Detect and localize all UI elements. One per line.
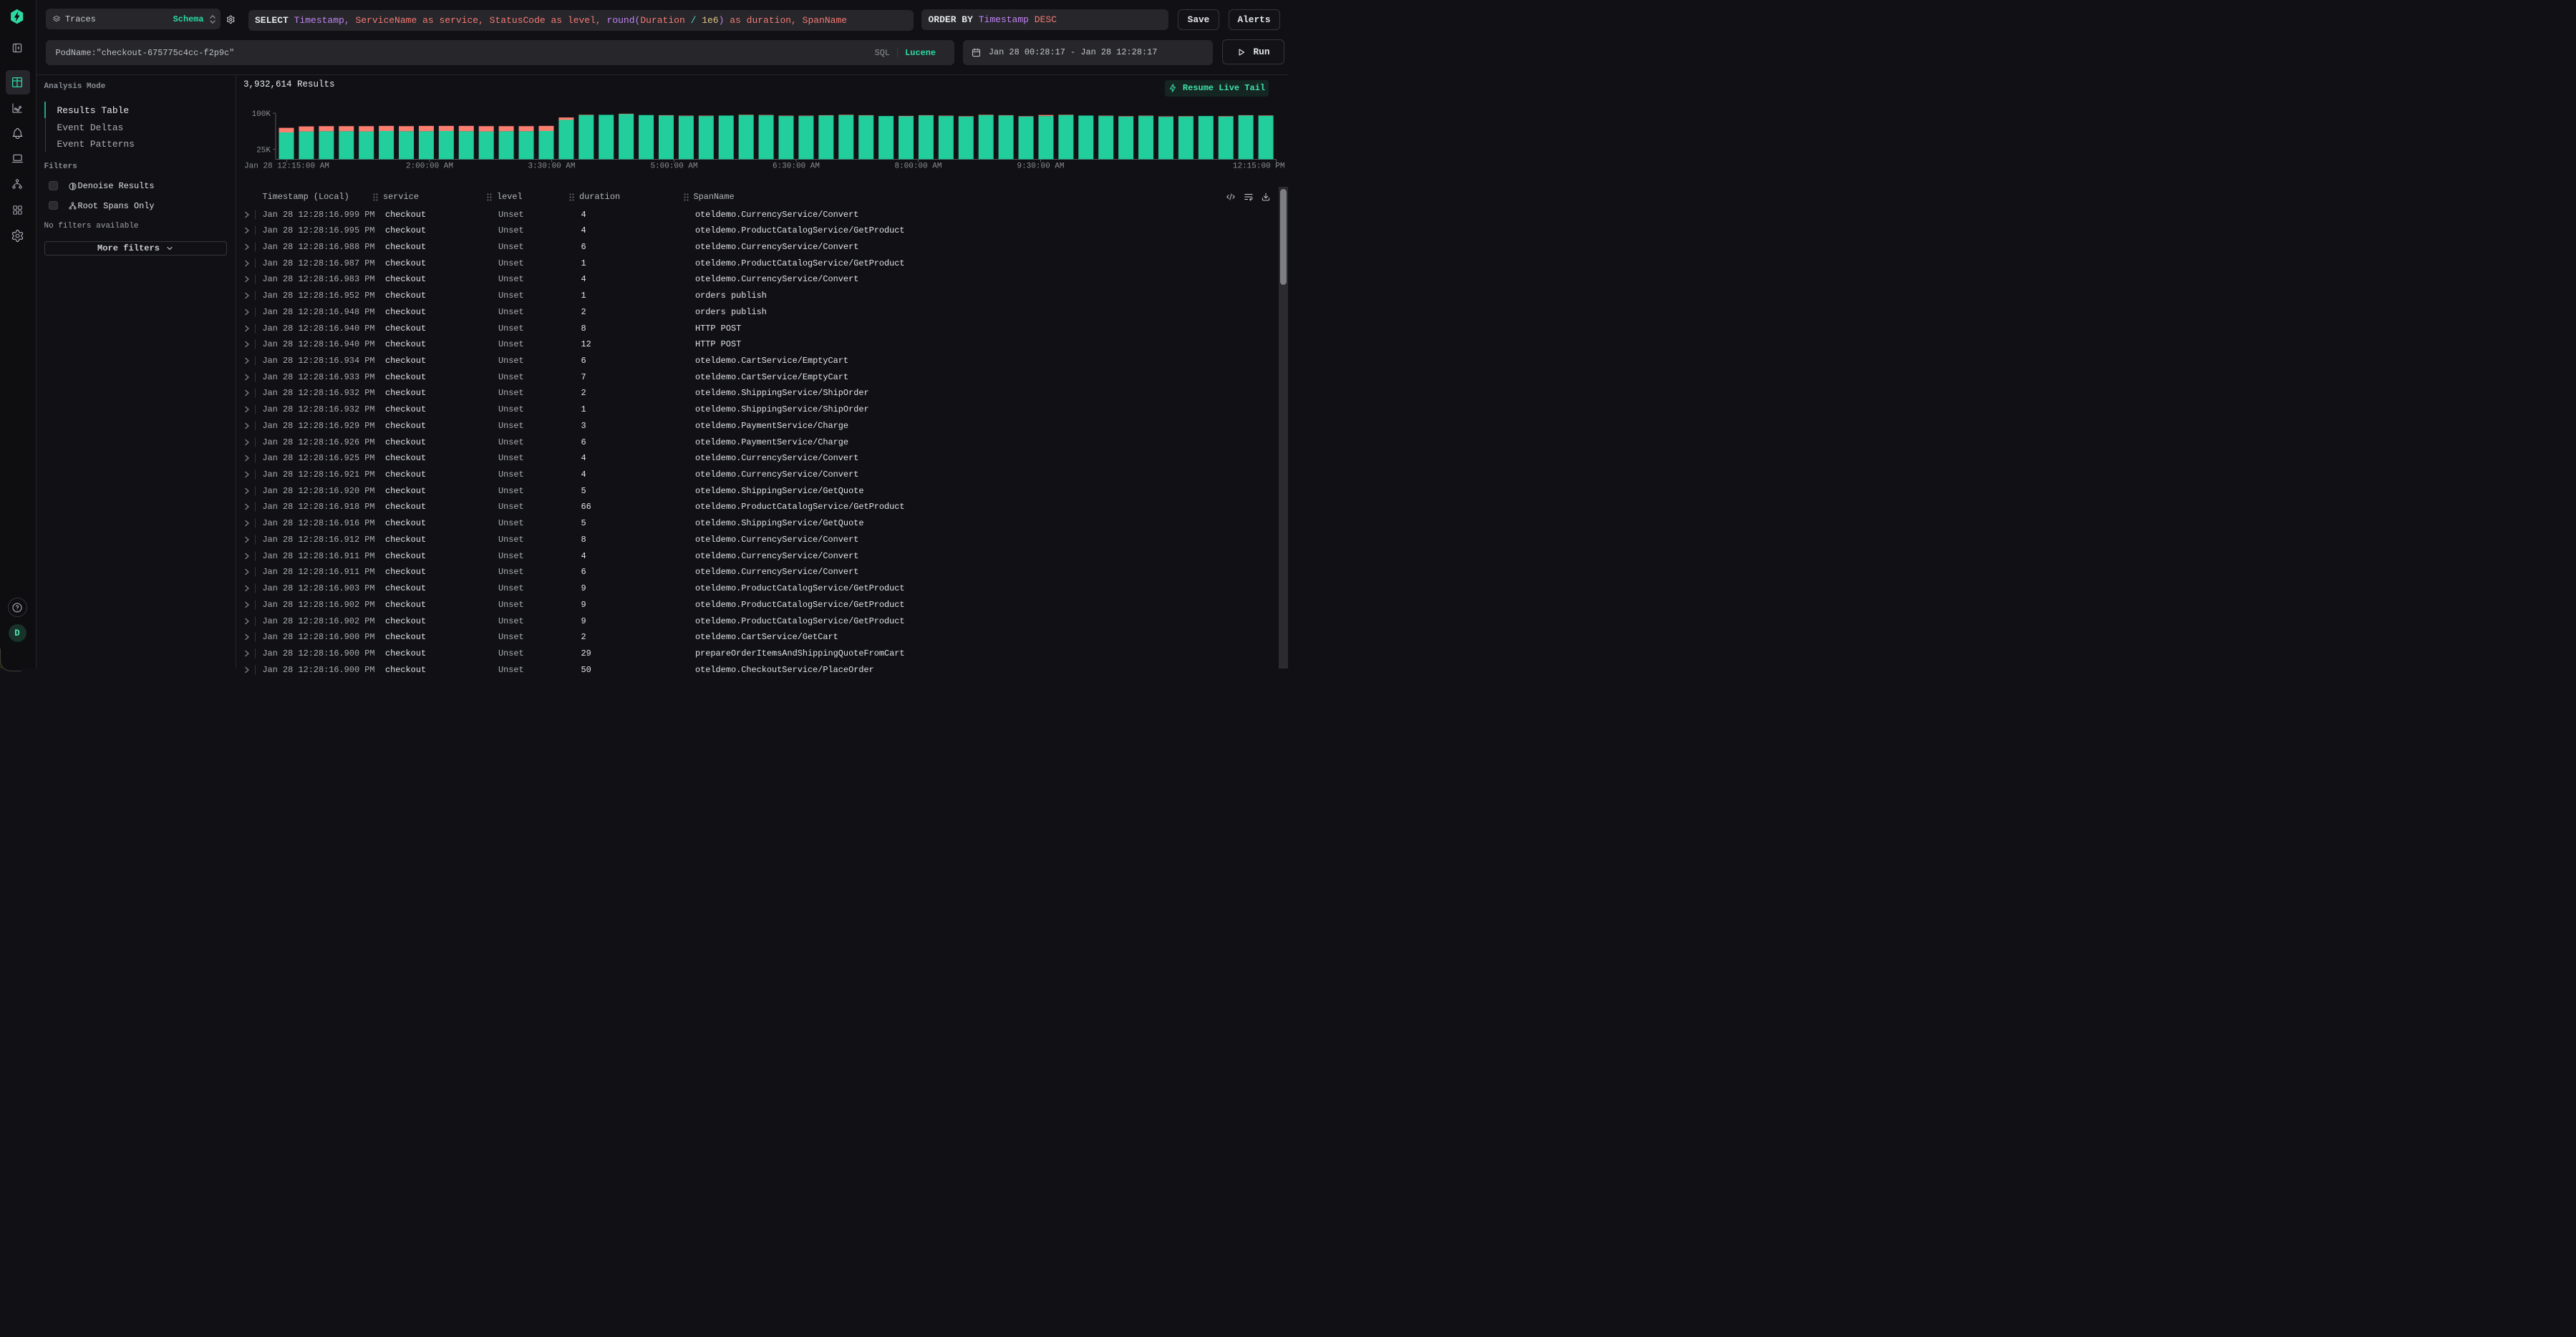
svg-text:9:30:00 AM: 9:30:00 AM [1017, 162, 1064, 171]
svg-text:100K: 100K [252, 110, 271, 119]
svg-text:5:00:00 AM: 5:00:00 AM [650, 162, 697, 171]
svg-text:2:00:00 AM: 2:00:00 AM [406, 162, 453, 171]
svg-text:3:30:00 AM: 3:30:00 AM [528, 162, 575, 171]
svg-text:Jan 28 12:15:00 AM: Jan 28 12:15:00 AM [244, 162, 329, 171]
svg-text:6:30:00 AM: 6:30:00 AM [773, 162, 820, 171]
svg-text:12:15:00 PM: 12:15:00 PM [1233, 162, 1285, 171]
svg-text:25K: 25K [256, 147, 271, 155]
svg-text:8:00:00 AM: 8:00:00 AM [894, 162, 941, 171]
